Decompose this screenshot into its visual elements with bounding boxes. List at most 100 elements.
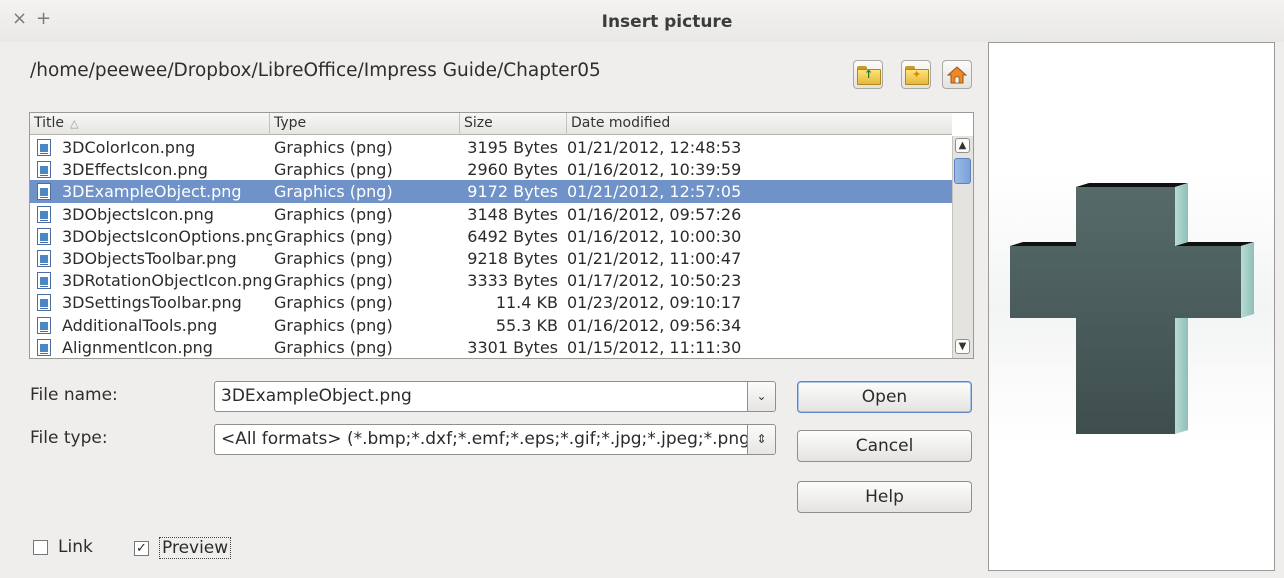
file-size-cell: 2960 Bytes — [467, 160, 558, 180]
file-date-cell: 01/16/2012, 10:00:30 — [567, 226, 742, 246]
file-type-cell: Graphics (png) — [274, 182, 393, 202]
file-type-cell: Graphics (png) — [274, 204, 393, 224]
file-size-cell: 3301 Bytes — [467, 337, 558, 357]
image-file-icon — [37, 183, 51, 201]
vertical-scrollbar[interactable]: ▲ ▼ — [952, 136, 973, 358]
file-size-cell: 3195 Bytes — [467, 138, 558, 157]
new-folder-icon: ✦ — [905, 66, 929, 85]
current-path: /home/peewee/Dropbox/LibreOffice/Impress… — [30, 60, 601, 81]
image-file-icon — [37, 272, 51, 290]
file-name-value: 3DExampleObject.png — [221, 386, 412, 406]
file-size-cell: 6492 Bytes — [467, 226, 558, 246]
file-size-cell: 3333 Bytes — [467, 271, 558, 291]
column-title-label: Title — [34, 115, 65, 131]
column-header-date[interactable]: Date modified — [567, 113, 952, 135]
file-size-cell: 11.4 KB — [495, 293, 558, 313]
file-type-cell: Graphics (png) — [274, 249, 393, 268]
file-name-cell: 3DEffectsIcon.png — [62, 160, 208, 180]
open-button[interactable]: Open — [797, 381, 972, 413]
column-header-title[interactable]: Title △ — [30, 113, 270, 135]
file-name-cell: 3DColorIcon.png — [62, 138, 196, 157]
link-option[interactable]: Link — [33, 537, 93, 557]
sort-ascending-icon: △ — [70, 117, 79, 130]
cancel-button[interactable]: Cancel — [797, 430, 972, 462]
file-list[interactable]: Title △ Type Size Date modified 3DColorIc… — [29, 112, 974, 359]
file-name-cell: 3DExampleObject.png — [62, 182, 242, 202]
up-one-level-button[interactable]: ↑ — [853, 60, 883, 89]
file-size-cell: 9218 Bytes — [467, 249, 558, 268]
file-type-select[interactable]: <All formats> (*.bmp;*.dxf;*.emf;*.eps;*… — [214, 424, 776, 455]
column-header-type[interactable]: Type — [270, 113, 460, 135]
file-name-label: File name: — [30, 385, 118, 405]
table-row[interactable]: 3DExampleObject.png Graphics (png) 9172 By… — [30, 180, 952, 204]
table-row[interactable]: 3DRotationObjectIcon.png Graphics (png) 33… — [30, 269, 952, 292]
table-row[interactable]: 3DEffectsIcon.png Graphics (png) 2960 Byte… — [30, 158, 952, 181]
help-button[interactable]: Help — [797, 481, 972, 513]
image-file-icon — [37, 316, 51, 334]
chevron-down-icon[interactable]: ⌄ — [747, 382, 775, 411]
preview-option[interactable]: ✓ Preview — [134, 537, 232, 559]
file-date-cell: 01/21/2012, 11:00:47 — [567, 249, 742, 268]
table-row[interactable]: 3DSettingsToolbar.png Graphics (png) 11.4 … — [30, 291, 952, 314]
table-row[interactable]: AlignmentIcon.png Graphics (png) 3301 Byte… — [30, 336, 952, 358]
file-date-cell: 01/21/2012, 12:57:05 — [567, 182, 742, 202]
file-type-cell: Graphics (png) — [274, 337, 393, 357]
preview-checkbox[interactable]: ✓ — [134, 540, 149, 556]
file-date-cell: 01/17/2012, 10:50:23 — [567, 271, 742, 291]
file-type-label: File type: — [30, 428, 108, 448]
home-icon — [947, 65, 967, 83]
home-button[interactable] — [942, 60, 972, 89]
file-name-cell: AlignmentIcon.png — [62, 337, 213, 357]
table-row[interactable]: 3DObjectsIconOptions.png Graphics (png) 64… — [30, 225, 952, 248]
image-file-icon — [37, 227, 51, 245]
file-type-cell: Graphics (png) — [274, 293, 393, 313]
title-bar: × + Insert picture — [0, 0, 1284, 42]
file-type-cell: Graphics (png) — [274, 271, 393, 291]
file-type-cell: Graphics (png) — [274, 226, 393, 246]
create-new-folder-button[interactable]: ✦ — [901, 60, 931, 89]
file-date-cell: 01/16/2012, 09:57:26 — [567, 204, 742, 224]
table-row[interactable]: AdditionalTools.png Graphics (png) 55.3 KB… — [30, 314, 952, 337]
file-type-cell: Graphics (png) — [274, 138, 393, 157]
image-file-icon — [37, 294, 51, 312]
image-file-icon — [37, 205, 51, 223]
table-row[interactable]: 3DObjectsToolbar.png Graphics (png) 9218 B… — [30, 247, 952, 270]
file-date-cell: 01/16/2012, 09:56:34 — [567, 315, 742, 335]
scroll-up-icon[interactable]: ▲ — [955, 138, 970, 153]
preview-label: Preview — [159, 537, 232, 559]
file-date-cell: 01/23/2012, 09:10:17 — [567, 293, 742, 313]
file-size-cell: 55.3 KB — [495, 315, 558, 335]
file-date-cell: 01/15/2012, 11:11:30 — [567, 337, 742, 357]
preview-image-3d-cross — [989, 43, 1274, 570]
window-title: Insert picture — [601, 12, 733, 32]
file-type-cell: Graphics (png) — [274, 160, 393, 180]
link-label: Link — [58, 537, 93, 557]
table-row[interactable]: 3DColorIcon.png Graphics (png) 3195 Bytes 0… — [30, 136, 952, 159]
file-date-cell: 01/16/2012, 10:39:59 — [567, 160, 742, 180]
image-file-icon — [37, 338, 51, 356]
file-name-cell: 3DRotationObjectIcon.png — [62, 271, 272, 291]
file-size-cell: 9172 Bytes — [467, 182, 558, 202]
image-file-icon — [37, 250, 51, 267]
file-name-cell: AdditionalTools.png — [62, 315, 218, 335]
file-name-cell: 3DObjectsIconOptions.png — [62, 226, 272, 246]
file-name-cell: 3DSettingsToolbar.png — [62, 293, 242, 313]
scroll-thumb[interactable] — [954, 158, 971, 184]
list-header: Title △ Type Size Date modified — [30, 113, 952, 135]
file-size-cell: 3148 Bytes — [467, 204, 558, 224]
link-checkbox[interactable] — [33, 539, 48, 555]
file-type-value: <All formats> (*.bmp;*.dxf;*.emf;*.eps;*… — [221, 429, 747, 449]
image-preview — [988, 42, 1275, 571]
file-date-cell: 01/21/2012, 12:48:53 — [567, 138, 742, 157]
scroll-down-icon[interactable]: ▼ — [955, 339, 970, 354]
column-header-size[interactable]: Size — [460, 113, 567, 135]
folder-up-icon: ↑ — [857, 66, 881, 85]
image-file-icon — [37, 139, 51, 156]
up-down-arrows-icon[interactable]: ⇕ — [747, 425, 775, 454]
table-row[interactable]: 3DObjectsIcon.png Graphics (png) 3148 Byte… — [30, 203, 952, 226]
file-name-cell: 3DObjectsToolbar.png — [62, 249, 237, 268]
file-name-combo[interactable]: 3DExampleObject.png ⌄ — [214, 381, 776, 412]
image-file-icon — [37, 161, 51, 179]
file-name-cell: 3DObjectsIcon.png — [62, 204, 214, 224]
file-type-cell: Graphics (png) — [274, 315, 393, 335]
